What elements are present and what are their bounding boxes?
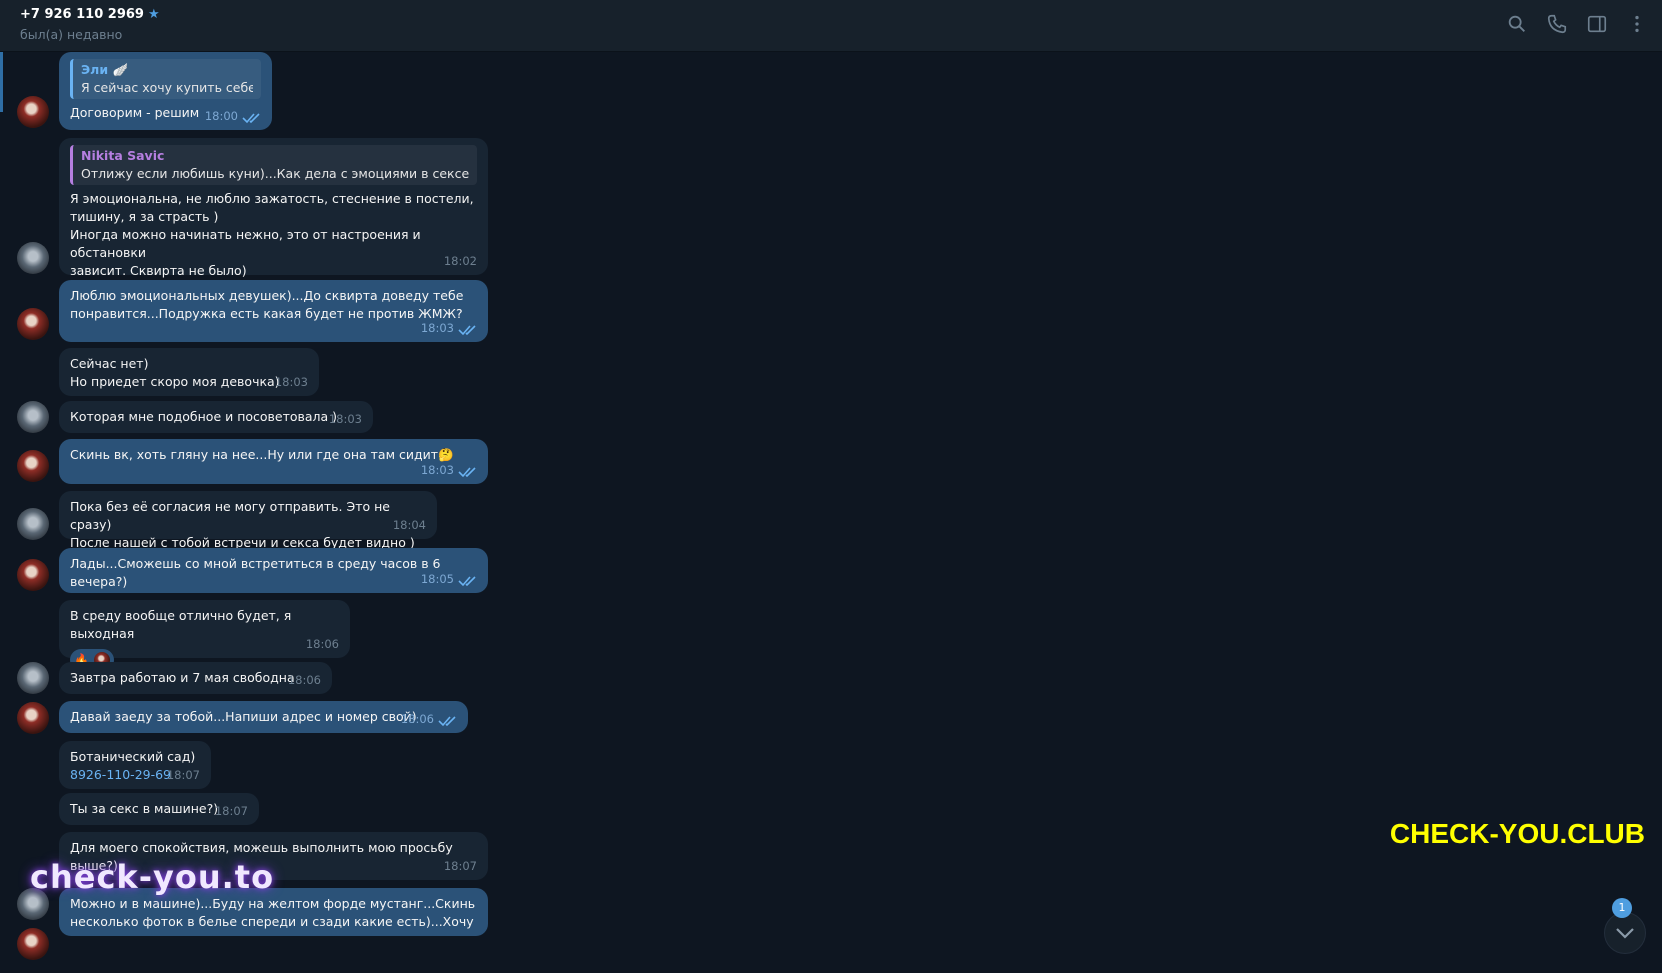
watermark-left: check-you.to (30, 858, 275, 896)
message-text: Скинь вк, хоть гляну на нее...Ну или где… (70, 447, 454, 462)
avatar[interactable] (17, 559, 49, 591)
chat-header: +7 926 110 2969 ★ был(а) недавно (0, 0, 1662, 52)
chat-title[interactable]: +7 926 110 2969 (20, 7, 144, 22)
message[interactable]: Люблю эмоциональных девушек)...До сквирт… (59, 280, 488, 342)
message-text: Лады...Сможешь со мной встретиться в сре… (70, 556, 441, 589)
double-check-icon (458, 576, 476, 587)
avatar[interactable] (17, 308, 49, 340)
avatar[interactable] (17, 662, 49, 694)
avatar[interactable] (17, 508, 49, 540)
message[interactable]: Завтра работаю и 7 мая свободна 18:06 (59, 662, 332, 694)
message-text: Ботанический сад) (70, 749, 196, 764)
double-check-icon (438, 716, 456, 727)
message[interactable]: Пока без её согласия не могу отправить. … (59, 491, 437, 550)
message[interactable]: Nikita Savic Отлижу если любишь куни)...… (59, 138, 488, 296)
avatar[interactable] (17, 242, 49, 274)
message[interactable]: В среду вообще отлично будет, я выходная… (59, 600, 350, 671)
avatar[interactable] (17, 96, 49, 128)
message-text: В среду вообще отлично будет, я выходная (70, 608, 292, 641)
message-time: 18:06 (400, 712, 434, 726)
message-time: 18:03 (328, 412, 362, 426)
message-time: 18:06 (305, 637, 339, 651)
message[interactable]: Ботанический сад) 8926-110-29-69 18:07 (59, 741, 211, 789)
message-time: 18:03 (420, 463, 454, 477)
avatar[interactable] (17, 702, 49, 734)
message-time: 18:02 (443, 254, 477, 268)
message-time: 18:07 (443, 859, 477, 873)
unread-marker (0, 52, 3, 112)
message[interactable]: Которая мне подобное и посоветовала ) 18… (59, 401, 373, 433)
message-text: Люблю эмоциональных девушек)...До сквирт… (70, 288, 464, 321)
message-text: Можно и в машине)...Буду на желтом форде… (70, 896, 476, 936)
message[interactable]: Ты за секс в машине?) 18:07 (59, 793, 259, 825)
message-time: 18:03 (274, 375, 308, 389)
message-text: Которая мне подобное и посоветовала ) (70, 409, 338, 424)
double-check-icon (458, 467, 476, 478)
more-vertical-icon[interactable] (1626, 13, 1648, 35)
avatar[interactable] (17, 450, 49, 482)
phone-icon[interactable] (1546, 13, 1568, 35)
star-icon: ★ (147, 7, 160, 22)
message-text: Давай заеду за тобой...Напиши адрес и но… (70, 709, 417, 724)
double-check-icon (242, 113, 260, 124)
reply-author: Nikita Savic (81, 148, 165, 163)
chevron-down-icon (1616, 928, 1634, 939)
message-time: 18:07 (166, 768, 200, 782)
message[interactable]: Лады...Сможешь со мной встретиться в сре… (59, 548, 488, 593)
message-time: 18:05 (420, 572, 454, 586)
reply-author: Эли 🪽 (81, 62, 129, 77)
message-time: 18:04 (392, 518, 426, 532)
message[interactable]: Эли 🪽 Я сейчас хочу купить себе... Догов… (59, 52, 272, 130)
header-actions (1506, 13, 1648, 35)
message[interactable]: Скинь вк, хоть гляну на нее...Ну или где… (59, 439, 488, 484)
message-time: 18:06 (287, 673, 321, 687)
message-text: Завтра работаю и 7 мая свободна (70, 670, 295, 685)
watermark-right: CHECK-YOU.CLUB (1389, 818, 1645, 849)
message-time: 18:07 (214, 804, 248, 818)
scroll-down-button[interactable] (1604, 912, 1646, 954)
reply-text: Отлижу если любишь куни)...Как дела с эм… (81, 166, 469, 181)
message-time: 18:00 (204, 109, 238, 123)
reply-text: Я сейчас хочу купить себе... (81, 80, 253, 95)
reply-quote[interactable]: Nikita Savic Отлижу если любишь куни)...… (70, 145, 477, 185)
unread-count-badge: 1 (1612, 898, 1632, 918)
chat-title-row[interactable]: +7 926 110 2969 ★ (20, 7, 160, 22)
message-text: Пока без её согласия не могу отправить. … (70, 499, 415, 550)
sidebar-toggle-icon[interactable] (1586, 13, 1608, 35)
chat-status: был(а) недавно (20, 27, 123, 42)
reply-quote[interactable]: Эли 🪽 Я сейчас хочу купить себе... (70, 59, 261, 99)
double-check-icon (458, 325, 476, 336)
avatar[interactable] (17, 928, 49, 960)
message[interactable]: Сейчас нет) Но приедет скоро моя девочка… (59, 348, 319, 396)
message[interactable]: Давай заеду за тобой...Напиши адрес и но… (59, 701, 468, 733)
search-icon[interactable] (1506, 13, 1528, 35)
message-text: Сейчас нет) Но приедет скоро моя девочка… (70, 356, 280, 389)
message-time: 18:03 (420, 321, 454, 335)
avatar[interactable] (17, 401, 49, 433)
